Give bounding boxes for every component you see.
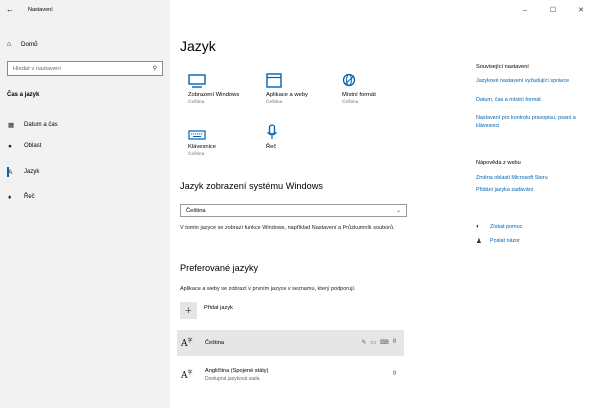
tile-sub: Čeština <box>266 100 283 105</box>
link-admin-language[interactable]: Jazykové nastavení vyžadující správce <box>476 78 594 86</box>
tile-sub: Čeština <box>342 100 359 105</box>
help-from-web-title: Nápověda z webu <box>476 160 521 166</box>
sidebar-item-label: Jazyk <box>24 169 40 175</box>
sidebar-item-jazyk[interactable]: A Jazyk <box>0 165 170 179</box>
plus-icon: + <box>180 302 197 319</box>
language-icon: A字 <box>181 370 193 381</box>
tile-apps-web[interactable]: Aplikace a weby Čeština <box>266 68 346 105</box>
language-item-anglictina[interactable]: A字 Angličtina (Spojené státy) Dostupná j… <box>177 362 404 388</box>
related-settings-title: Související nastavení <box>476 64 529 70</box>
language-icon: A字 <box>181 338 193 349</box>
search-icon[interactable]: ⚲ <box>153 65 157 72</box>
home-label: Domů <box>21 41 38 48</box>
active-indicator <box>7 167 9 177</box>
browser-window-icon <box>266 68 346 88</box>
tile-label: Řeč <box>266 144 277 150</box>
tile-label: Aplikace a weby <box>266 92 308 98</box>
search-input[interactable] <box>13 65 143 72</box>
tile-speech[interactable]: Řeč <box>266 120 346 150</box>
language-name: Angličtina (Spojené státy) <box>205 368 269 374</box>
preferred-languages-heading: Preferované jazyky <box>180 263 259 273</box>
add-language-button[interactable]: + Přidat jazyk <box>180 302 233 319</box>
window-controls: – ☐ ✕ <box>511 0 595 20</box>
maximize-button[interactable]: ☐ <box>539 0 567 20</box>
sidebar-item-datum-a-cas[interactable]: ▦ Datum a čas <box>0 118 170 132</box>
sidebar-item-label: Řeč <box>24 194 35 200</box>
tile-keyboard[interactable]: Klávesnice Čeština <box>188 120 268 157</box>
feedback-person-icon: ♟ <box>476 238 482 245</box>
section-title: Čas a jazyk <box>7 92 40 98</box>
title-bar: ← Nastavení <box>6 5 53 14</box>
tile-sub: Čeština <box>188 100 205 105</box>
keyboard-icon <box>188 120 268 140</box>
tile-label: Klávesnice <box>188 144 217 150</box>
home-link[interactable]: ⌂ Domů <box>7 41 38 48</box>
display-language-note: V tomto jazyce se zobrazí funkce Windows… <box>180 225 395 231</box>
tile-label: Místní formát <box>342 92 376 98</box>
close-button[interactable]: ✕ <box>567 0 595 20</box>
microphone-icon <box>266 120 346 140</box>
feedback-label: Poslat názor <box>490 238 520 244</box>
language-features: ✎ ▭ ⌨ ϑ <box>361 339 396 346</box>
display-language-dropdown[interactable]: Čeština ⌄ <box>180 204 407 217</box>
display-language-value: Čeština <box>186 207 206 214</box>
search-box[interactable]: ⚲ <box>7 61 163 76</box>
tile-windows-display[interactable]: Zobrazení Windows Čeština <box>188 68 268 105</box>
display-icon: ▭ <box>370 340 377 346</box>
calendar-clock-icon: ▦ <box>8 122 15 129</box>
get-help-link[interactable]: ◐ Získat pomoc <box>476 223 522 230</box>
feedback-link[interactable]: ♟ Poslat názor <box>476 237 520 245</box>
tile-label: Zobrazení Windows <box>188 92 240 98</box>
preferred-languages-note: Aplikace a weby se zobrazí v prvním jazy… <box>180 286 356 292</box>
sidebar-item-rec[interactable]: ♦ Řeč <box>0 190 170 204</box>
globe-settings-icon <box>342 68 422 88</box>
handwriting-icon: ✎ <box>361 340 367 346</box>
language-features: ϑ <box>393 371 396 377</box>
language-item-cestina[interactable]: A字 Čeština ✎ ▭ ⌨ ϑ <box>177 330 404 356</box>
tile-regional-format[interactable]: Místní formát Čeština <box>342 68 422 105</box>
chat-help-icon: ◐ <box>476 223 480 230</box>
add-language-label: Přidat jazyk <box>204 304 233 311</box>
globe-icon: ● <box>8 142 12 150</box>
language-name: Čeština <box>205 340 224 346</box>
language-sub: Dostupná jazyková sada <box>205 376 260 382</box>
speech-icon: ϑ <box>392 371 396 377</box>
microphone-icon: ♦ <box>8 193 12 201</box>
keyboard-icon: ⌨ <box>380 340 389 346</box>
language-icon: A <box>8 168 13 176</box>
sidebar-item-label: Oblast <box>24 143 42 149</box>
tile-sub: Čeština <box>188 152 205 157</box>
sidebar-item-oblast[interactable]: ● Oblast <box>0 139 170 153</box>
link-change-store-region[interactable]: Změna oblasti Microsoft Storu <box>476 175 594 183</box>
link-add-input-language[interactable]: Přidání jazyka zadávání <box>476 187 594 195</box>
minimize-button[interactable]: – <box>511 0 539 20</box>
speech-icon: ϑ <box>392 339 396 345</box>
monitor-icon <box>188 68 268 88</box>
page-title: Jazyk <box>180 38 216 54</box>
app-title: Nastavení <box>28 6 53 13</box>
chevron-down-icon: ⌄ <box>395 208 401 214</box>
link-date-time-format[interactable]: Datum, čas a místní formát <box>476 97 594 105</box>
get-help-label: Získat pomoc <box>490 223 523 230</box>
sidebar-item-label: Datum a čas <box>24 122 58 128</box>
home-icon: ⌂ <box>7 41 12 48</box>
sidebar: ← Nastavení ⌂ Domů ⚲ Čas a jazyk ▦ Datum… <box>0 0 170 408</box>
display-language-heading: Jazyk zobrazení systému Windows <box>180 181 323 191</box>
link-spelling-typing-keyboard[interactable]: Nastavení pro kontrolu pravopisu, psaní … <box>476 115 594 130</box>
back-arrow-icon[interactable]: ← <box>6 5 18 14</box>
